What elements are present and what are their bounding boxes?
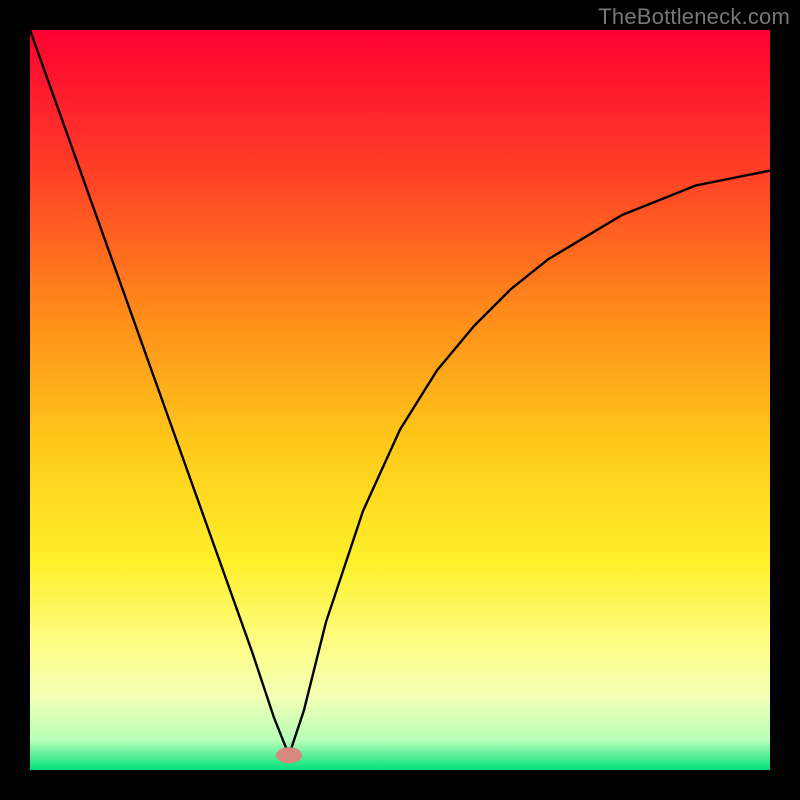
chart-plot (30, 30, 770, 770)
watermark-text: TheBottleneck.com (598, 4, 790, 30)
optimal-point-marker (276, 747, 302, 763)
gradient-background (30, 30, 770, 770)
chart-container: TheBottleneck.com (0, 0, 800, 800)
